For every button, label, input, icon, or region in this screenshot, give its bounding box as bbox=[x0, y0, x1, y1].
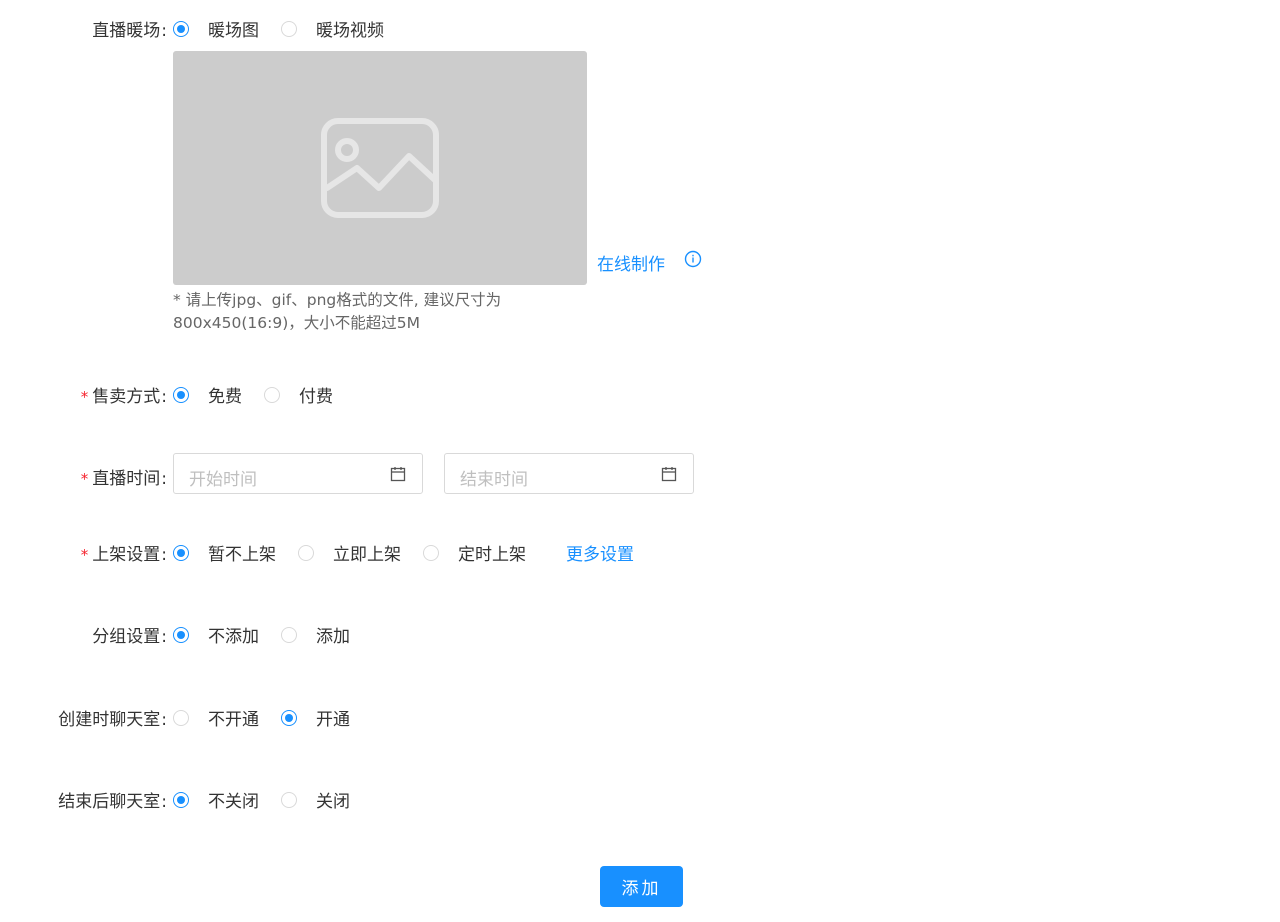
online-make-link[interactable]: 在线制作 bbox=[597, 250, 665, 275]
group-label: 分组设置: bbox=[92, 627, 167, 647]
chat-create-label: 创建时聊天室: bbox=[58, 710, 167, 730]
radio-dot[interactable] bbox=[173, 709, 189, 726]
sale-radio-group: 免费 付费 bbox=[173, 382, 355, 407]
calendar-icon bbox=[661, 467, 677, 482]
radio-dot[interactable] bbox=[264, 386, 280, 403]
group-none-radio[interactable]: 不添加 bbox=[173, 622, 259, 647]
warmup-label: 直播暖场: bbox=[92, 21, 167, 41]
end-time-input[interactable]: 结束时间 bbox=[444, 453, 694, 494]
radio-dot[interactable] bbox=[173, 626, 189, 643]
live-time-label: * 直播时间: bbox=[80, 469, 167, 489]
calendar-icon bbox=[390, 467, 406, 482]
shelf-not-now-radio[interactable]: 暂不上架 bbox=[173, 540, 276, 565]
warmup-radio-group: 暖场图 暖场视频 bbox=[173, 16, 406, 41]
sale-paid-radio[interactable]: 付费 bbox=[264, 382, 333, 407]
more-settings-link[interactable]: 更多设置 bbox=[566, 540, 634, 565]
chat-create-radio-group: 不开通 开通 bbox=[173, 705, 372, 730]
group-radio-group: 不添加 添加 bbox=[173, 622, 372, 647]
group-add-radio[interactable]: 添加 bbox=[281, 622, 350, 647]
sale-label: * 售卖方式: bbox=[80, 387, 167, 407]
radio-dot[interactable] bbox=[281, 626, 297, 643]
radio-dot[interactable] bbox=[298, 544, 314, 561]
radio-dot[interactable] bbox=[173, 544, 189, 561]
warmup-video-radio[interactable]: 暖场视频 bbox=[281, 16, 384, 41]
radio-dot[interactable] bbox=[423, 544, 439, 561]
radio-dot[interactable] bbox=[281, 709, 297, 726]
radio-dot[interactable] bbox=[173, 386, 189, 403]
image-icon bbox=[321, 118, 439, 218]
add-submit-button[interactable]: 添加 bbox=[600, 866, 683, 907]
chat-end-close-radio[interactable]: 关闭 bbox=[281, 787, 350, 812]
radio-dot[interactable] bbox=[281, 791, 297, 808]
image-upload-placeholder[interactable] bbox=[173, 51, 587, 285]
shelf-now-radio[interactable]: 立即上架 bbox=[298, 540, 401, 565]
chat-create-on-radio[interactable]: 开通 bbox=[281, 705, 350, 730]
shelf-radio-group: 暂不上架 立即上架 定时上架 更多设置 bbox=[173, 540, 634, 565]
warmup-image-radio[interactable]: 暖场图 bbox=[173, 16, 259, 41]
radio-dot[interactable] bbox=[281, 20, 297, 37]
chat-end-label: 结束后聊天室: bbox=[58, 792, 167, 812]
sale-free-radio[interactable]: 免费 bbox=[173, 382, 242, 407]
radio-dot[interactable] bbox=[173, 20, 189, 37]
shelf-label: * 上架设置: bbox=[80, 545, 167, 565]
chat-end-keep-radio[interactable]: 不关闭 bbox=[173, 787, 259, 812]
chat-end-radio-group: 不关闭 关闭 bbox=[173, 787, 372, 812]
chat-create-off-radio[interactable]: 不开通 bbox=[173, 705, 259, 730]
info-icon[interactable] bbox=[684, 250, 702, 268]
start-time-input[interactable]: 开始时间 bbox=[173, 453, 423, 494]
radio-dot[interactable] bbox=[173, 791, 189, 808]
upload-hint: * 请上传jpg、gif、png格式的文件, 建议尺寸为 800x450(16:… bbox=[173, 291, 502, 332]
shelf-scheduled-radio[interactable]: 定时上架 bbox=[423, 540, 526, 565]
